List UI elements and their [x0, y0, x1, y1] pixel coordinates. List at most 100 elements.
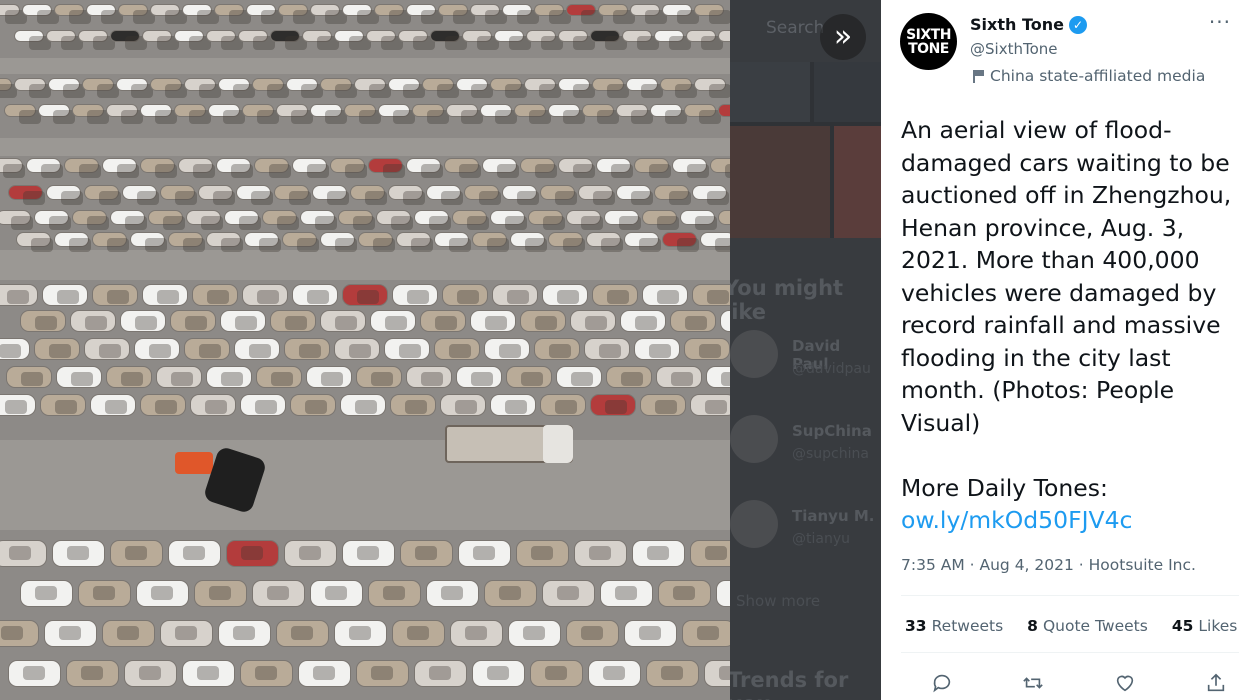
car	[456, 78, 493, 98]
reply-icon[interactable]	[929, 670, 955, 696]
car-row	[8, 660, 730, 687]
car	[226, 540, 279, 567]
car	[320, 232, 357, 252]
trends-heading: Trends for you	[730, 668, 849, 700]
car	[186, 210, 223, 230]
tweet-source[interactable]: Hootsuite Inc.	[1089, 556, 1196, 574]
truck-cab	[543, 425, 573, 463]
car	[452, 210, 489, 230]
car	[524, 78, 561, 98]
car	[706, 366, 730, 388]
tweet-photo[interactable]	[0, 0, 730, 700]
car	[170, 310, 216, 332]
car	[182, 660, 235, 687]
car	[366, 30, 403, 50]
car	[320, 78, 357, 98]
car	[0, 394, 36, 416]
car	[508, 620, 561, 647]
car	[300, 210, 337, 230]
car-row	[20, 310, 730, 332]
tweet-meta: 7:35 AM · Aug 4, 2021 · Hootsuite Inc.	[901, 556, 1196, 574]
car	[252, 78, 289, 98]
car	[102, 620, 155, 647]
author-name-row[interactable]: Sixth Tone ✓	[970, 15, 1087, 34]
likes-stat[interactable]: 45 Likes	[1172, 617, 1238, 635]
car	[334, 620, 387, 647]
likes-count: 45	[1171, 617, 1194, 635]
car	[558, 30, 595, 50]
like-icon[interactable]	[1112, 670, 1138, 696]
avatar-text: TONE	[908, 40, 949, 57]
car-row	[6, 366, 730, 388]
car	[660, 78, 697, 98]
car	[392, 284, 438, 306]
car	[446, 104, 483, 124]
retweets-stat[interactable]: 33 Retweets	[905, 617, 1003, 635]
car	[156, 366, 202, 388]
share-icon[interactable]	[1203, 670, 1229, 696]
avatar[interactable]: SIXTH TONE	[900, 13, 957, 70]
car	[34, 338, 80, 360]
car	[582, 104, 619, 124]
suggestion-handle: @tianyu	[792, 531, 850, 547]
car	[8, 660, 61, 687]
car	[256, 366, 302, 388]
car	[48, 78, 85, 98]
avatar	[730, 500, 778, 548]
car	[140, 394, 186, 416]
car	[490, 394, 536, 416]
car	[506, 366, 552, 388]
car	[502, 4, 539, 24]
car	[376, 210, 413, 230]
car	[342, 540, 395, 567]
car	[46, 30, 83, 50]
state-media-flag-icon	[971, 68, 985, 84]
car	[482, 158, 519, 178]
expand-icon[interactable]: »	[820, 14, 866, 60]
car	[526, 30, 563, 50]
car	[118, 4, 155, 24]
car	[534, 338, 580, 360]
car	[400, 540, 453, 567]
car	[368, 580, 421, 607]
state-media-label[interactable]: China state-affiliated media	[971, 67, 1205, 85]
tweet-date[interactable]: Aug 4, 2021	[980, 556, 1074, 574]
car	[662, 4, 699, 24]
car	[374, 4, 411, 24]
quotes-stat[interactable]: 8 Quote Tweets	[1027, 617, 1148, 635]
car-row	[0, 284, 730, 306]
car	[600, 580, 653, 607]
car	[160, 185, 197, 205]
car	[292, 284, 338, 306]
car	[622, 30, 659, 50]
car	[470, 310, 516, 332]
car	[52, 540, 105, 567]
tweet-time[interactable]: 7:35 AM	[901, 556, 965, 574]
car	[240, 394, 286, 416]
retweet-icon[interactable]	[1020, 670, 1046, 696]
car	[40, 394, 86, 416]
car	[106, 104, 143, 124]
car	[310, 580, 363, 607]
car	[426, 185, 463, 205]
car	[630, 4, 667, 24]
author-handle[interactable]: @SixthTone	[970, 40, 1057, 58]
car-row	[8, 185, 730, 205]
more-options-icon[interactable]: ···	[1209, 10, 1231, 34]
display-name[interactable]: Sixth Tone	[970, 15, 1064, 34]
avatar	[730, 330, 778, 378]
car	[214, 4, 251, 24]
car	[182, 4, 219, 24]
truck	[445, 425, 573, 463]
car	[396, 232, 433, 252]
car	[124, 660, 177, 687]
car	[616, 185, 653, 205]
car	[444, 158, 481, 178]
tweet-link[interactable]: ow.ly/mkOd50FJV4c	[901, 506, 1132, 534]
car	[656, 366, 702, 388]
car	[140, 104, 177, 124]
car	[590, 30, 627, 50]
car	[464, 185, 501, 205]
verified-badge-icon: ✓	[1068, 15, 1087, 34]
car	[168, 540, 221, 567]
